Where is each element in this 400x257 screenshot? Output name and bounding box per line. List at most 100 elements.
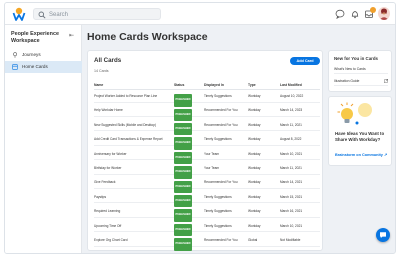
displayed-in: Your Team <box>204 166 220 170</box>
card-name[interactable]: Paystips <box>94 191 106 204</box>
inbox-badge <box>370 7 376 13</box>
link-label: What's New to Cards <box>334 67 366 71</box>
ideas-panel: Have Ideas You Want to Share With Workda… <box>328 96 392 166</box>
search-input[interactable]: Search <box>33 8 161 20</box>
chat-bubble-icon <box>380 232 386 238</box>
table-row[interactable]: Paystips PUBLISHED Timely Suggestions Workd… <box>94 191 320 208</box>
card-type: Workday <box>248 151 261 156</box>
table-row[interactable]: Required Learning PUBLISHED Timely Suggest… <box>94 205 320 222</box>
card-type: Workday <box>248 122 261 127</box>
displayed-in: Recommended For You <box>204 122 238 127</box>
card-name[interactable]: Add Credit Card Transactions & Expense R… <box>94 133 163 146</box>
card-name[interactable]: Explore Org Chart Card <box>94 234 127 247</box>
last-modified: March 11, 2021 <box>280 122 302 127</box>
table-row[interactable]: Birthday for Worker PUBLISHED Your Team Wor… <box>94 162 320 179</box>
displayed-in: Your Team <box>204 151 220 156</box>
table-row[interactable]: Anniversary for Worker PUBLISHED Your Team… <box>94 148 320 165</box>
journeys-icon <box>13 52 17 58</box>
card-name[interactable]: Give Feedback <box>94 176 115 189</box>
panel-title: All Cards <box>94 57 122 64</box>
column-header-displayed-in[interactable]: Displayed In <box>204 80 224 90</box>
avatar[interactable] <box>378 7 390 20</box>
last-modified: March 16, 2021 <box>280 209 303 214</box>
displayed-in: Recommended For You <box>204 238 238 242</box>
panel-title: New for You in Cards <box>334 56 378 61</box>
top-bar: Search <box>5 3 395 25</box>
last-modified: March 14, 2021 <box>280 180 303 185</box>
card-name[interactable]: Required Learning <box>94 205 120 218</box>
workspace-title: People Experience Workspace <box>11 31 59 44</box>
card-type: Global <box>248 238 258 242</box>
last-modified: Not Modifiable <box>280 238 301 242</box>
table-row[interactable]: Help Workdar Home PUBLISHED Recommended Fo… <box>94 104 320 122</box>
displayed-in: Recommended For You <box>204 108 238 113</box>
card-type: Workday <box>248 137 261 142</box>
last-modified: March 11, 2021 <box>280 166 302 170</box>
card-count: 14 Cards <box>94 69 109 73</box>
add-card-button[interactable]: Add Card <box>290 57 320 65</box>
table-header: Name Status Displayed In Type Last Modif… <box>94 80 320 90</box>
table-row[interactable]: Add Credit Card Transactions & Expense R… <box>94 133 320 150</box>
last-modified: August 8, 2022 <box>280 137 302 142</box>
displayed-in: Recommended For You <box>204 180 238 185</box>
link-label: Illustration Guide <box>334 79 360 83</box>
card-type: Workday <box>248 180 261 185</box>
brainstorm-community-link[interactable]: Brainstorm on Community ↗ <box>335 152 387 157</box>
all-cards-panel: All Cards 14 Cards Add Card Name Status … <box>87 50 323 251</box>
page-title: Home Cards Workspace <box>87 31 208 43</box>
sidebar: People Experience Workspace ⇤ Journeys H… <box>5 25 82 253</box>
table-row[interactable]: Project Worker Added to Resource Plan Li… <box>94 90 320 107</box>
displayed-in: Timely Suggestions <box>204 94 232 98</box>
table-row[interactable]: Give Feedback PUBLISHED Recommended For Yo… <box>94 176 320 194</box>
sidebar-item-home-cards[interactable]: Home Cards <box>5 61 82 73</box>
displayed-in: Timely Suggestions <box>204 137 232 142</box>
card-name[interactable]: Birthday for Worker <box>94 162 121 175</box>
ideas-heading: Have Ideas You Want to Share With Workda… <box>335 131 385 142</box>
collapse-sidebar-icon[interactable]: ⇤ <box>69 32 74 39</box>
whats-new-link[interactable]: What's New to Cards <box>334 64 388 74</box>
status-badge: PUBLISHED <box>174 234 192 251</box>
chat-icon[interactable] <box>335 9 345 19</box>
card-name[interactable]: Help Workdar Home <box>94 104 123 117</box>
column-header-status[interactable]: Status <box>174 80 184 90</box>
displayed-in: Timely Suggestions <box>204 223 232 228</box>
displayed-in: Timely Suggestions <box>204 194 232 199</box>
assistant-chat-button[interactable] <box>376 228 390 242</box>
last-modified: March 15, 2021 <box>280 194 303 199</box>
card-name[interactable]: Anniversary for Worker <box>94 148 127 161</box>
table-row[interactable]: Explore Org Chart Card PUBLISHED Recommend… <box>94 234 320 251</box>
card-name[interactable]: Upcoming Time Off <box>94 220 121 233</box>
table-row[interactable]: New Suggested Skills (Mobile and Desktop… <box>94 119 320 136</box>
card-name[interactable]: Project Worker Added to Resource Plan Li… <box>94 90 157 103</box>
app-window: Search People Experience Workspace ⇤ Jou… <box>4 2 396 254</box>
last-modified: March 14, 2023 <box>280 108 303 113</box>
new-for-you-panel: New for You in Cards What's New to Cards… <box>328 50 392 92</box>
sidebar-item-label: Journeys <box>22 52 41 57</box>
card-type: Workday <box>248 223 261 228</box>
card-type: Workday <box>248 108 261 113</box>
card-name[interactable]: New Suggested Skills (Mobile and Desktop… <box>94 119 156 132</box>
external-link-icon: ↗ <box>383 153 388 157</box>
search-icon <box>38 11 46 19</box>
last-modified: March 10, 2021 <box>280 223 303 228</box>
status-pill: PUBLISHED <box>174 238 192 251</box>
lightbulb-illustration-icon <box>337 102 372 125</box>
card-type: Workday <box>248 94 261 98</box>
column-header-name[interactable]: Name <box>94 80 103 90</box>
last-modified: August 10, 2022 <box>280 94 304 98</box>
home-cards-icon <box>12 64 18 70</box>
search-placeholder: Search <box>49 12 69 18</box>
card-type: Workday <box>248 194 261 199</box>
last-modified: March 10, 2021 <box>280 151 303 156</box>
column-header-last-modified[interactable]: Last Modified <box>280 80 302 90</box>
sidebar-item-journeys[interactable]: Journeys <box>5 49 82 61</box>
sidebar-item-label: Home Cards <box>22 64 48 69</box>
link-label: Brainstorm on Community <box>335 153 383 157</box>
table-row[interactable]: Upcoming Time Off PUBLISHED Timely Suggest… <box>94 220 320 237</box>
card-type: Workday <box>248 209 261 214</box>
bell-icon[interactable] <box>350 9 360 19</box>
workday-logo-icon[interactable] <box>12 7 26 21</box>
card-type: Workday <box>248 166 261 170</box>
column-header-type[interactable]: Type <box>248 80 256 90</box>
illustration-guide-link[interactable]: Illustration Guide <box>334 76 388 86</box>
